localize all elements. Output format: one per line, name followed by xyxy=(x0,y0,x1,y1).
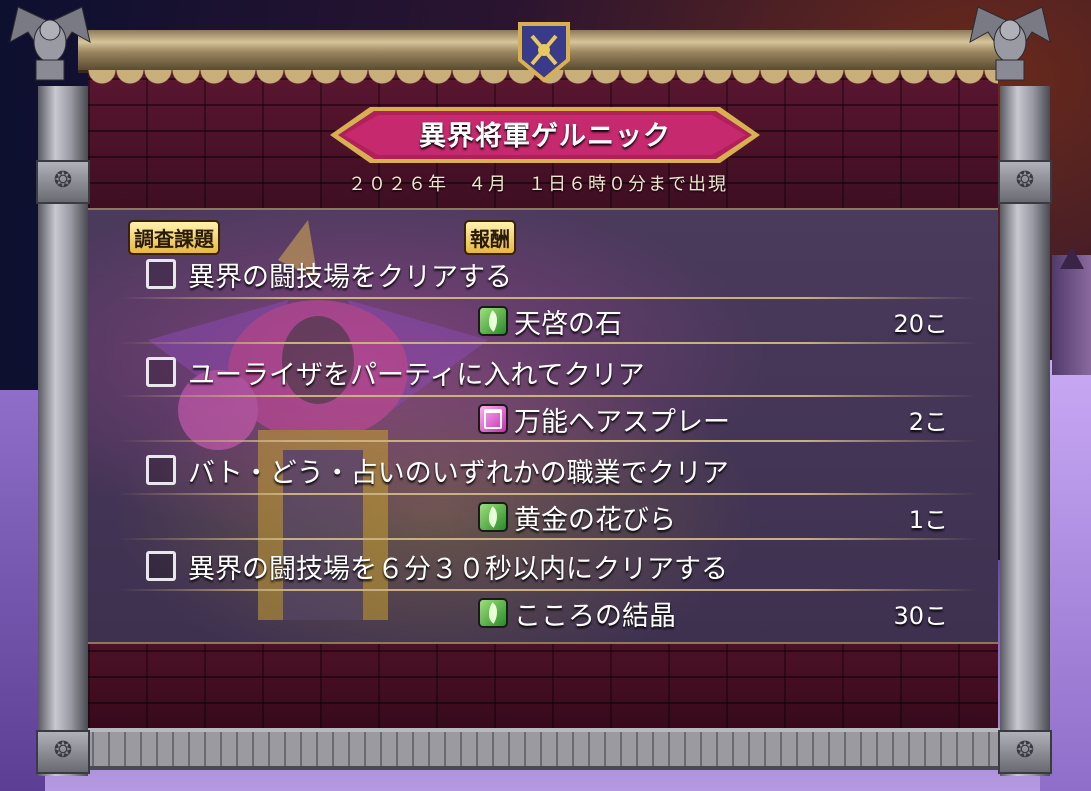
task-row[interactable]: ユーライザをパーティに入れてクリア xyxy=(146,352,645,392)
divider xyxy=(118,342,978,344)
column-capital-icon xyxy=(998,160,1052,204)
reward-count: 2こ xyxy=(908,407,948,436)
task-label: 異界の闘技場を６分３０秒以内にクリアする xyxy=(188,553,728,585)
rewards-header: 報酬 xyxy=(466,222,514,253)
reward-count: 30こ xyxy=(893,601,948,630)
task-label: ユーライザをパーティに入れてクリア xyxy=(188,359,645,391)
background-pillar xyxy=(1052,247,1091,375)
reward-row: こころの結晶 30こ xyxy=(478,594,948,632)
reward-name: 万能ヘアスプレー xyxy=(514,406,730,438)
column-capital-icon xyxy=(36,160,90,204)
leaf-icon xyxy=(478,306,508,336)
column-base-icon xyxy=(36,730,90,774)
task-label: 異界の闘技場をクリアする xyxy=(188,261,512,293)
divider xyxy=(118,589,978,591)
divider xyxy=(118,493,978,495)
reward-name: こころの結晶 xyxy=(514,600,676,632)
task-checkbox[interactable] xyxy=(146,357,176,387)
gargoyle-statue-icon xyxy=(9,6,91,81)
reward-row: 黄金の花びら 1こ xyxy=(478,498,948,536)
frame-bottom-rail xyxy=(78,728,1008,770)
tasks-header: 調査課題 xyxy=(130,222,218,253)
gargoyle-statue-icon xyxy=(969,6,1051,81)
task-checkbox[interactable] xyxy=(146,551,176,581)
divider xyxy=(118,395,978,397)
reward-count: 20こ xyxy=(893,309,948,338)
task-row[interactable]: バト・どう・占いのいずれかの職業でクリア xyxy=(146,450,729,490)
reward-name: 黄金の花びら xyxy=(514,504,676,536)
quest-deadline: ２０２６年 ４月 １日６時０分まで出現 xyxy=(348,174,728,195)
divider xyxy=(118,538,978,540)
column-base-icon xyxy=(998,730,1052,774)
reward-row: 天啓の石 20こ xyxy=(478,302,948,340)
leaf-icon xyxy=(478,598,508,628)
divider xyxy=(118,297,978,299)
task-row[interactable]: 異界の闘技場を６分３０秒以内にクリアする xyxy=(146,546,728,586)
task-panel: 調査課題 報酬 異界の闘技場をクリアする 天啓の石 20こ ユーライザをパーティ… xyxy=(88,208,998,644)
frame-brick-wall-bottom xyxy=(88,640,998,730)
leaf-icon xyxy=(478,502,508,532)
reward-row: 万能ヘアスプレー 2こ xyxy=(478,400,948,438)
task-label: バト・どう・占いのいずれかの職業でクリア xyxy=(188,457,729,489)
reward-name: 天啓の石 xyxy=(514,308,622,340)
quest-title: 異界将軍ゲルニック xyxy=(419,121,671,152)
crest-emblem-icon xyxy=(518,22,570,83)
task-checkbox[interactable] xyxy=(146,455,176,485)
divider xyxy=(118,440,978,442)
reward-count: 1こ xyxy=(908,505,948,534)
task-checkbox[interactable] xyxy=(146,259,176,289)
task-row[interactable]: 異界の闘技場をクリアする xyxy=(146,254,512,294)
hair-spray-icon xyxy=(478,404,508,434)
quest-board-frame: 異界将軍ゲルニック ２０２６年 ４月 １日６時０分まで出現 調査課題 報酬 異界… xyxy=(9,6,1052,778)
